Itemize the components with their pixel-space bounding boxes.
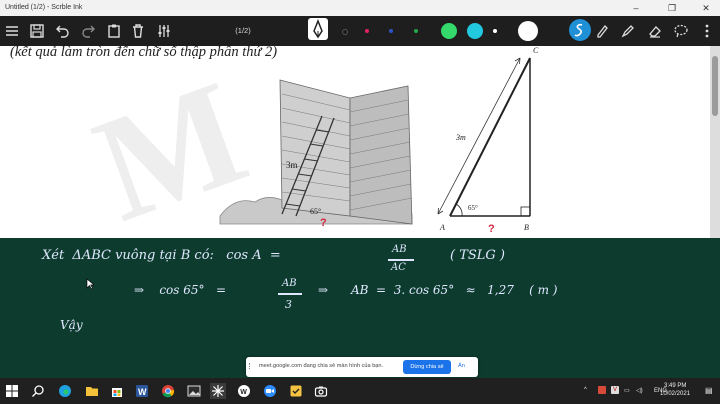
- handwriting-line-3: Vậy: [60, 318, 83, 332]
- fraction-2-denominator: 3: [285, 298, 292, 311]
- svg-text:W: W: [240, 389, 247, 396]
- ladder-angle-label: 65°: [310, 207, 321, 216]
- photos-icon[interactable]: [186, 383, 202, 399]
- tray-app-icon[interactable]: [598, 386, 606, 394]
- fraction-2-bar: [278, 293, 302, 295]
- screen-share-message: meet.google.com đang chia sẻ màn hình củ…: [259, 363, 384, 369]
- store-icon[interactable]: [109, 383, 125, 399]
- title-bar: Untitled (1/2) - Scrble Ink – ❐ ✕: [0, 0, 720, 16]
- vertex-b-label: B: [524, 223, 529, 232]
- word-icon[interactable]: W: [134, 383, 150, 399]
- tray-v-icon[interactable]: V: [611, 386, 619, 394]
- toolbar: (1/2): [0, 16, 720, 46]
- scrollbar-thumb[interactable]: [712, 56, 718, 116]
- network-icon[interactable]: ▭: [624, 387, 630, 394]
- triangle-question-mark: ?: [488, 223, 495, 235]
- more-options-icon[interactable]: [697, 21, 717, 41]
- app-w-icon[interactable]: W: [236, 383, 252, 399]
- marker-icon[interactable]: [618, 21, 638, 41]
- window-title: Untitled (1/2) - Scrble Ink: [5, 4, 83, 11]
- search-icon[interactable]: [30, 383, 46, 399]
- ladder-length-label: 3m: [286, 160, 298, 170]
- camera-icon[interactable]: [313, 383, 329, 399]
- highlighter-icon[interactable]: [592, 21, 612, 41]
- maximize-button[interactable]: ❐: [660, 2, 684, 14]
- eraser-icon[interactable]: [645, 21, 665, 41]
- ink-color-green[interactable]: [414, 29, 418, 33]
- handwriting-line-1: Xét ΔABC vuông tại B có: cos A =: [42, 248, 281, 263]
- ink-color-blue[interactable]: [389, 29, 393, 33]
- redo-icon[interactable]: [78, 21, 98, 41]
- save-icon[interactable]: [27, 21, 47, 41]
- menu-icon[interactable]: [2, 21, 22, 41]
- vertical-scrollbar[interactable]: [710, 46, 720, 238]
- settings-sliders-icon[interactable]: [154, 21, 174, 41]
- ink-color-white-small[interactable]: [493, 29, 497, 33]
- fraction-2-numerator: AB: [282, 278, 297, 289]
- ink-color-lime[interactable]: [441, 23, 457, 39]
- minimize-button[interactable]: –: [624, 2, 648, 14]
- hide-share-bar-button[interactable]: Ẩn: [458, 363, 465, 369]
- hypotenuse-label: 3m: [455, 133, 466, 142]
- zoom-icon[interactable]: [262, 383, 278, 399]
- handwriting-ratio-note: ( TSLG ): [450, 248, 506, 263]
- file-explorer-icon[interactable]: [84, 383, 100, 399]
- pen-tool-icon[interactable]: [308, 18, 328, 40]
- scrble-ink-icon[interactable]: [210, 383, 226, 399]
- delete-icon[interactable]: [128, 21, 148, 41]
- svg-text:W: W: [138, 387, 147, 397]
- handwriting-line-2: ⇒ cos 65° =: [134, 283, 226, 297]
- fraction-1-numerator: AB: [392, 244, 407, 255]
- volume-icon[interactable]: ◁): [636, 387, 643, 394]
- notification-icon[interactable]: ▤: [705, 386, 713, 395]
- vertex-c-label: C: [533, 46, 539, 55]
- vertex-a-label: A: [439, 223, 445, 232]
- lasso-icon[interactable]: [671, 21, 691, 41]
- drag-handle-icon[interactable]: [249, 363, 256, 369]
- windows-start-icon[interactable]: [4, 383, 20, 399]
- ink-color-cyan[interactable]: [467, 23, 483, 39]
- clock-time[interactable]: 3:49 PM: [664, 383, 686, 389]
- ladder-question-mark: ?: [320, 217, 327, 229]
- fraction-1-bar: [388, 259, 414, 261]
- ink-color-white[interactable]: [518, 21, 538, 41]
- clock-date[interactable]: 10/02/2021: [660, 391, 690, 397]
- page-indicator: (1/2): [235, 26, 251, 35]
- handwriting-line-2-result: ⇒ AB = 3. cos 65° ≈ 1,27 ( m ): [318, 283, 558, 297]
- edge-browser-icon[interactable]: [57, 383, 73, 399]
- tasks-icon[interactable]: [288, 383, 304, 399]
- ink-tool-selected-icon[interactable]: [569, 19, 591, 41]
- fraction-1-denominator: AC: [391, 262, 406, 273]
- tray-overflow-icon[interactable]: ^: [584, 387, 587, 393]
- ink-color-black[interactable]: [342, 29, 348, 35]
- ink-color-red[interactable]: [365, 29, 369, 33]
- paste-icon[interactable]: [104, 21, 124, 41]
- document-page: M (kết quả làm tròn đến chữ số thập phân…: [0, 46, 710, 238]
- chrome-icon[interactable]: [160, 383, 176, 399]
- angle-label: 65°: [468, 204, 478, 212]
- ladder-figure: 3m 65° ? 3m 65° A B C ?: [219, 46, 539, 235]
- mouse-pointer-icon: [86, 278, 94, 290]
- taskbar: W W ^ V ▭ ◁) ENG 3:49 PM 10/02/2021 ▤: [0, 378, 720, 404]
- undo-icon[interactable]: [53, 21, 73, 41]
- stop-sharing-button[interactable]: Dừng chia sẻ: [403, 360, 451, 374]
- screen-share-bar: meet.google.com đang chia sẻ màn hình củ…: [246, 357, 478, 377]
- close-button[interactable]: ✕: [694, 2, 718, 14]
